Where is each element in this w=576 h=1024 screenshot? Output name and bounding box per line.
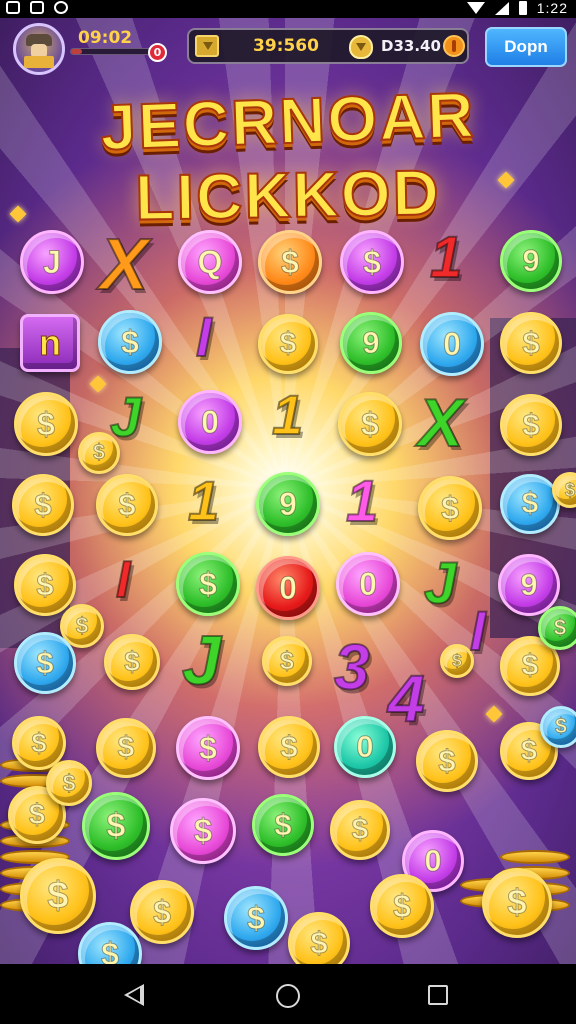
coin-token[interactable]: $: [258, 716, 320, 778]
status-bar: 1:22: [0, 0, 576, 18]
letter-token[interactable]: I: [195, 304, 213, 369]
signal-icon: [494, 1, 509, 15]
coin-token[interactable]: 9: [340, 312, 402, 374]
coin-token[interactable]: 0: [334, 716, 396, 778]
coin-token[interactable]: $: [262, 636, 312, 686]
letter-token[interactable]: 4: [387, 660, 426, 736]
coin-token[interactable]: 9: [256, 472, 320, 536]
wifi-icon: [466, 2, 485, 14]
coin-token[interactable]: $: [482, 868, 552, 938]
letter-token[interactable]: 3: [333, 630, 371, 704]
letter-token[interactable]: J: [181, 620, 222, 700]
xp-progress-fill: [71, 49, 82, 54]
coin-token[interactable]: $: [258, 230, 322, 294]
coin-token[interactable]: $: [500, 312, 562, 374]
coin-token[interactable]: $: [14, 554, 76, 616]
coin-token[interactable]: $: [14, 392, 78, 456]
battery-icon: [518, 1, 527, 15]
currency2-value: D33.40: [381, 37, 441, 55]
recent-apps-icon[interactable]: [428, 985, 448, 1005]
coin-token[interactable]: J: [20, 230, 84, 294]
coin-token[interactable]: $: [416, 730, 478, 792]
home-icon[interactable]: [276, 984, 300, 1008]
coin-token[interactable]: $: [258, 314, 318, 374]
navigation-bar: [0, 964, 576, 1024]
notification-badge[interactable]: 0: [148, 43, 167, 62]
coin-token[interactable]: $: [98, 310, 162, 374]
block-token[interactable]: n: [20, 314, 80, 372]
letter-token[interactable]: X: [417, 384, 464, 462]
coin-token[interactable]: 0: [178, 390, 242, 454]
coin-token[interactable]: $: [46, 760, 92, 806]
coin-token[interactable]: $: [538, 606, 576, 650]
currency-bar: 39:560 D33.40: [187, 28, 469, 64]
player-avatar[interactable]: [13, 23, 65, 75]
letter-token[interactable]: I: [115, 550, 132, 610]
coin-token[interactable]: $: [224, 886, 288, 950]
letter-token[interactable]: 1: [187, 468, 220, 533]
status-notification-icons: [6, 1, 68, 14]
coin-token[interactable]: $: [340, 230, 404, 294]
ticket-icon: [195, 35, 219, 57]
coin-token[interactable]: $: [96, 474, 158, 536]
letter-token[interactable]: I: [469, 598, 487, 663]
coin-token[interactable]: $: [440, 644, 474, 678]
coin-token[interactable]: $: [12, 474, 74, 536]
status-time: 1:22: [536, 0, 568, 16]
coin-token[interactable]: $: [20, 858, 96, 934]
coin-token[interactable]: $: [130, 880, 194, 944]
game-board[interactable]: 09:02 0 39:560 D33.40 Dopn JECRNOAR LICK…: [0, 18, 576, 964]
coin-token[interactable]: $: [96, 718, 156, 778]
coin-token[interactable]: 0: [256, 556, 320, 620]
add-currency-button[interactable]: [443, 35, 465, 57]
letter-token[interactable]: 1: [271, 382, 304, 447]
shield-coin-icon: [349, 35, 373, 59]
letter-token[interactable]: 1: [429, 224, 463, 291]
coin-token[interactable]: 0: [336, 552, 400, 616]
timer-text: 09:02: [78, 28, 133, 48]
coin-token[interactable]: 0: [420, 312, 484, 376]
coin-token[interactable]: 9: [500, 230, 562, 292]
xp-progress-bar: [70, 48, 160, 55]
coin-token[interactable]: $: [82, 792, 150, 860]
coin-token[interactable]: $: [252, 794, 314, 856]
coin-token[interactable]: $: [330, 800, 390, 860]
open-button[interactable]: Dopn: [485, 27, 567, 67]
sync-icon: [54, 1, 68, 14]
letter-token[interactable]: X: [99, 224, 149, 306]
letter-token[interactable]: J: [423, 550, 457, 617]
coin-token[interactable]: $: [176, 552, 240, 616]
currency1-value: 39:560: [253, 36, 319, 56]
coin-token[interactable]: $: [500, 394, 562, 456]
coin-token[interactable]: $: [418, 476, 482, 540]
coin-token[interactable]: $: [176, 716, 240, 780]
coin-token[interactable]: Q: [178, 230, 242, 294]
coin-token[interactable]: $: [78, 432, 120, 474]
game-title-line2: LICKKOD: [134, 155, 443, 234]
coin-token[interactable]: $: [540, 706, 576, 748]
coin-token[interactable]: $: [170, 798, 236, 864]
coin-token[interactable]: $: [500, 474, 560, 534]
back-icon[interactable]: [124, 984, 144, 1006]
letter-token[interactable]: 1: [345, 468, 379, 535]
coin-token[interactable]: $: [338, 392, 402, 456]
coin-token[interactable]: $: [370, 874, 434, 938]
message-icon: [30, 1, 44, 14]
coin-token[interactable]: $: [14, 632, 76, 694]
photo-icon: [6, 1, 20, 14]
coin-token[interactable]: $: [104, 634, 160, 690]
